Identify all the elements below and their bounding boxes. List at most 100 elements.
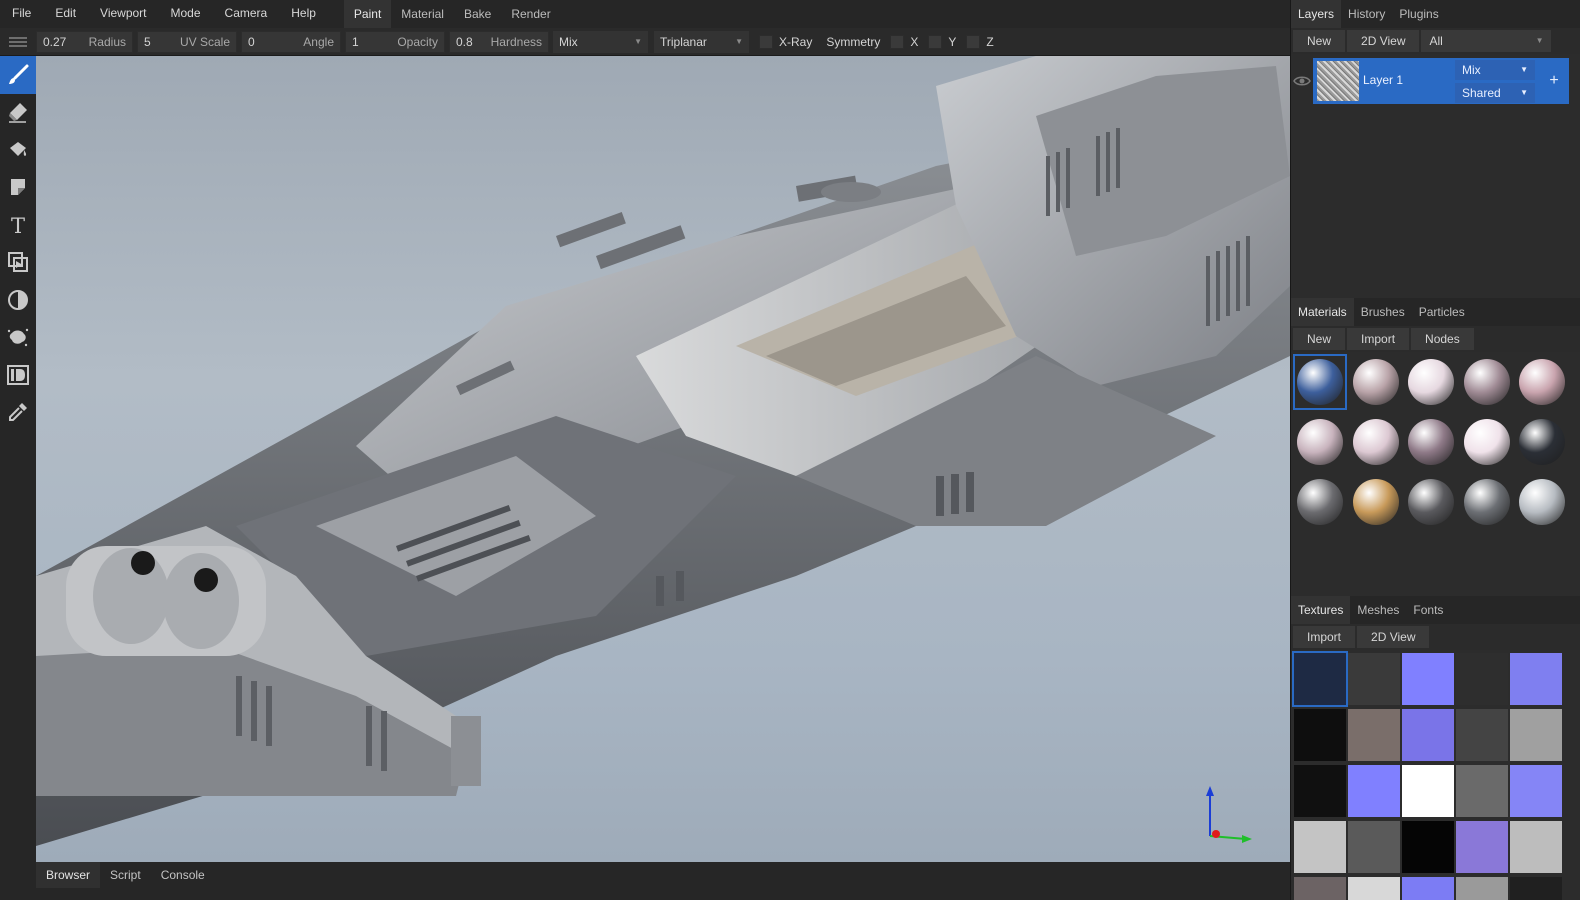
texture-thumbnail[interactable] — [1456, 765, 1508, 817]
tab-browser[interactable]: Browser — [36, 862, 101, 888]
menu-file[interactable]: File — [0, 0, 43, 28]
tab-material[interactable]: Material — [391, 0, 454, 28]
tab-fonts[interactable]: Fonts — [1406, 596, 1450, 624]
texture-thumbnail[interactable] — [1294, 821, 1346, 873]
texture-thumbnail[interactable] — [1402, 877, 1454, 900]
projection-select[interactable]: Triplanar ▼ — [654, 30, 749, 53]
texture-thumbnail[interactable] — [1510, 765, 1562, 817]
texture-thumbnail[interactable] — [1348, 821, 1400, 873]
tab-render[interactable]: Render — [501, 0, 560, 28]
import-texture-button[interactable]: Import — [1293, 626, 1356, 648]
bottom-tabs: Browser Script Console — [36, 862, 1290, 900]
tab-brushes[interactable]: Brushes — [1354, 298, 1412, 326]
texture-thumbnail[interactable] — [1294, 709, 1346, 761]
texture-thumbnail[interactable] — [1456, 821, 1508, 873]
texture-thumbnail[interactable] — [1456, 653, 1508, 705]
menu-viewport[interactable]: Viewport — [88, 0, 158, 28]
hardness-field[interactable]: 0.8 Hardness — [449, 30, 549, 53]
menu-edit[interactable]: Edit — [43, 0, 88, 28]
tab-bake[interactable]: Bake — [454, 0, 501, 28]
material-swatch[interactable] — [1515, 474, 1569, 530]
tab-layers[interactable]: Layers — [1291, 0, 1342, 28]
texture-thumbnail[interactable] — [1402, 821, 1454, 873]
uv-scale-field[interactable]: 5 UV Scale — [137, 30, 237, 53]
texture-thumbnail[interactable] — [1348, 877, 1400, 900]
angle-field[interactable]: 0 Angle — [241, 30, 341, 53]
colorid-tool[interactable] — [0, 356, 36, 394]
texture-thumbnail[interactable] — [1510, 821, 1562, 873]
tab-particles[interactable]: Particles — [1412, 298, 1472, 326]
layer-add-button[interactable]: + — [1539, 58, 1569, 104]
layer-item-body[interactable]: Layer 1 Mix ▼ Shared ▼ + — [1313, 58, 1569, 104]
tab-meshes[interactable]: Meshes — [1350, 596, 1406, 624]
texture-thumbnail[interactable] — [1294, 765, 1346, 817]
material-swatch[interactable] — [1293, 354, 1347, 410]
opacity-field[interactable]: 1 Opacity — [345, 30, 445, 53]
menu-mode[interactable]: Mode — [159, 0, 213, 28]
xray-checkbox[interactable] — [759, 34, 773, 49]
material-swatch[interactable] — [1349, 474, 1403, 530]
texture-thumbnail[interactable] — [1348, 709, 1400, 761]
decal-tool[interactable] — [0, 169, 36, 207]
menu-help[interactable]: Help — [279, 0, 328, 28]
new-layer-button[interactable]: New — [1293, 30, 1346, 52]
texture-thumbnail[interactable] — [1510, 709, 1562, 761]
nodes-button[interactable]: Nodes — [1411, 328, 1474, 350]
material-swatch[interactable] — [1349, 354, 1403, 410]
particle-tool[interactable] — [0, 319, 36, 357]
layer-filter-select[interactable]: All ▼ — [1421, 30, 1552, 52]
radius-field[interactable]: 0.27 Radius — [36, 30, 133, 53]
material-swatch[interactable] — [1460, 474, 1514, 530]
picker-tool[interactable] — [0, 394, 36, 432]
texture-thumbnail[interactable] — [1402, 653, 1454, 705]
texture-thumbnail[interactable] — [1402, 765, 1454, 817]
material-swatch[interactable] — [1404, 354, 1458, 410]
material-swatch[interactable] — [1515, 414, 1569, 470]
material-swatch[interactable] — [1349, 414, 1403, 470]
texture-thumbnail[interactable] — [1294, 877, 1346, 900]
layer-row[interactable]: Layer 1 Mix ▼ Shared ▼ + — [1291, 58, 1569, 104]
symmetry-y-checkbox[interactable] — [928, 34, 943, 49]
material-swatch[interactable] — [1293, 414, 1347, 470]
texture-thumbnail[interactable] — [1510, 653, 1562, 705]
layer-object-select[interactable]: Shared ▼ — [1455, 83, 1535, 103]
blend-mode-select[interactable]: Mix ▼ — [553, 30, 648, 53]
layer-blend-select[interactable]: Mix ▼ — [1455, 60, 1535, 80]
tab-script[interactable]: Script — [100, 862, 151, 888]
texture-thumbnail[interactable] — [1402, 709, 1454, 761]
texture-thumbnail[interactable] — [1348, 765, 1400, 817]
tab-console[interactable]: Console — [151, 862, 215, 888]
menu-camera[interactable]: Camera — [213, 0, 280, 28]
brush-tool[interactable] — [0, 56, 36, 94]
import-material-button[interactable]: Import — [1347, 328, 1410, 350]
tab-textures[interactable]: Textures — [1291, 596, 1351, 624]
blur-tool[interactable] — [0, 281, 36, 319]
texture-thumbnail[interactable] — [1456, 709, 1508, 761]
fill-tool[interactable] — [0, 131, 36, 169]
clone-tool[interactable] — [0, 244, 36, 282]
viewport-3d[interactable] — [36, 56, 1290, 862]
visibility-eye-icon[interactable] — [1293, 72, 1311, 90]
texture-thumbnail[interactable] — [1510, 877, 1562, 900]
textures-2d-view-button[interactable]: 2D View — [1357, 626, 1430, 648]
eraser-tool[interactable] — [0, 94, 36, 132]
texture-thumbnail[interactable] — [1348, 653, 1400, 705]
material-swatch[interactable] — [1404, 474, 1458, 530]
texture-thumbnail[interactable] — [1456, 877, 1508, 900]
tab-materials[interactable]: Materials — [1291, 298, 1354, 326]
material-swatch[interactable] — [1515, 354, 1569, 410]
texture-thumbnail[interactable] — [1292, 651, 1348, 707]
material-swatch[interactable] — [1460, 414, 1514, 470]
layers-2d-view-button[interactable]: 2D View — [1347, 30, 1420, 52]
symmetry-z-checkbox[interactable] — [966, 34, 981, 49]
material-swatch[interactable] — [1404, 414, 1458, 470]
material-swatch[interactable] — [1460, 354, 1514, 410]
tab-plugins[interactable]: Plugins — [1392, 0, 1445, 28]
tab-paint[interactable]: Paint — [343, 0, 392, 28]
symmetry-x-checkbox[interactable] — [890, 34, 905, 49]
text-tool[interactable]: T — [0, 206, 36, 244]
material-swatch[interactable] — [1293, 474, 1347, 530]
tab-history[interactable]: History — [1341, 0, 1392, 28]
new-material-button[interactable]: New — [1293, 328, 1346, 350]
toolbar-grip-icon[interactable] — [0, 28, 36, 56]
